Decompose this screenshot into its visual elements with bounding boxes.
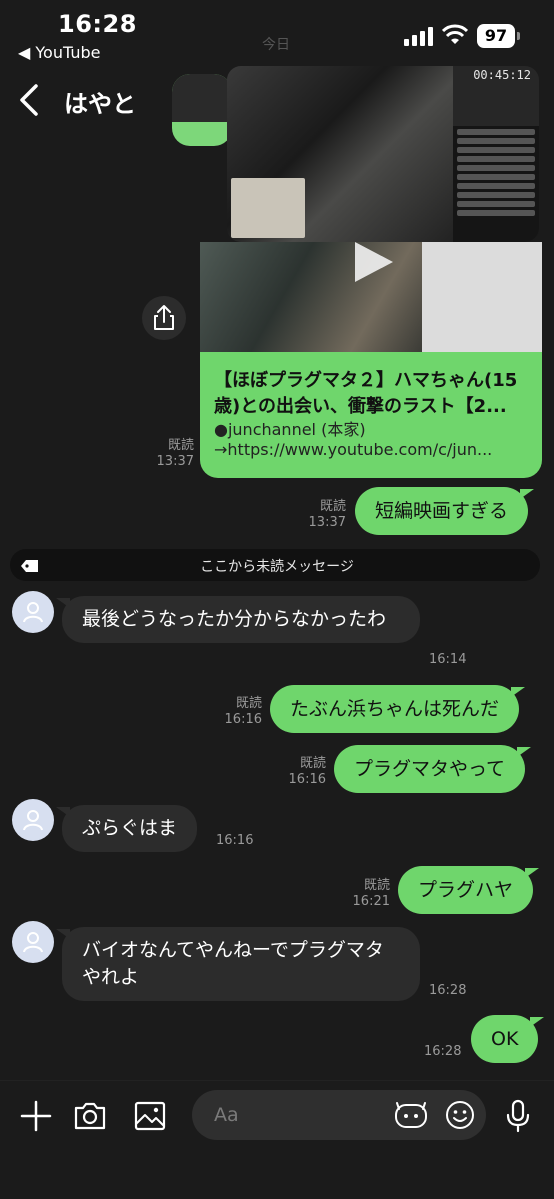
read-receipt: 既読 xyxy=(299,756,326,771)
chat-title: はやと xyxy=(64,90,136,118)
cellular-signal-icon xyxy=(404,26,434,46)
message-time: 13:37 xyxy=(308,515,346,530)
status-bar: 16:28 ◀ YouTube 97 xyxy=(0,0,554,66)
sticker-icon[interactable] xyxy=(389,1093,433,1137)
channel-name: ●junchannel (本家) xyxy=(214,420,366,439)
previous-link-bubble-top xyxy=(172,74,232,122)
user-silhouette-icon xyxy=(23,932,43,953)
unread-divider-label: ここから未読メッセージ xyxy=(200,559,354,575)
wifi-icon xyxy=(442,24,468,44)
share-button[interactable] xyxy=(142,296,186,340)
plus-icon[interactable] xyxy=(14,1094,58,1138)
play-icon[interactable] xyxy=(349,240,397,284)
message-meta: 既読 16:16 xyxy=(282,756,326,788)
video-url: →https://www.youtube.com/c/jun... xyxy=(214,440,493,459)
message-time: 13:37 xyxy=(156,454,194,469)
microphone-icon[interactable] xyxy=(496,1094,540,1138)
read-receipt: 既読 xyxy=(363,878,390,893)
video-title: 【ほぼプラグマタ２】ハマちゃん(15歳)との出会い、衝撃のラスト【2... xyxy=(214,370,518,417)
thumbnail-manga-panel xyxy=(422,242,542,352)
outgoing-message-bubble[interactable]: OK xyxy=(471,1015,545,1063)
message-time: 16:16 xyxy=(224,712,262,727)
battery-indicator: 97 xyxy=(477,24,515,48)
message-time: 16:28 xyxy=(429,983,467,998)
avatar[interactable] xyxy=(12,591,54,633)
message-time: 16:16 xyxy=(216,833,254,848)
back-to-app-link[interactable]: ◀ YouTube xyxy=(18,43,100,62)
user-silhouette-icon xyxy=(23,602,43,623)
message-meta: 既読 13:37 xyxy=(302,499,346,531)
message-meta: 既読 16:21 xyxy=(346,878,390,910)
outgoing-message-bubble[interactable]: 短編映画すぎる xyxy=(355,487,535,535)
message-time: 16:14 xyxy=(429,652,467,667)
outgoing-message-bubble[interactable]: プラグハヤ xyxy=(398,866,540,914)
status-time: 16:28 xyxy=(58,10,137,38)
image-icon[interactable] xyxy=(128,1094,172,1138)
read-receipt: 既読 xyxy=(167,438,194,453)
date-label: 今日 xyxy=(262,37,290,53)
pip-live-chat xyxy=(453,126,539,242)
video-pip-overlay[interactable]: 00:45:12 xyxy=(227,66,539,242)
incoming-message-bubble[interactable]: バイオなんてやんねーでプラグマタやれよ xyxy=(56,927,420,1001)
incoming-message-bubble[interactable]: 最後どうなったか分からなかったわ xyxy=(56,596,420,643)
back-chevron-icon[interactable] xyxy=(14,80,48,120)
read-receipt: 既読 xyxy=(235,696,262,711)
battery-tip xyxy=(517,32,520,40)
incoming-message-bubble[interactable]: ぷらぐはま xyxy=(55,805,198,852)
message-time: 16:16 xyxy=(288,772,326,787)
outgoing-message-bubble[interactable]: プラグマタやって xyxy=(334,745,532,793)
read-receipt: 既読 xyxy=(319,499,346,514)
pip-facecam xyxy=(231,178,305,238)
emoji-icon[interactable] xyxy=(438,1093,482,1137)
message-time: 16:28 xyxy=(424,1044,462,1059)
outgoing-message-bubble[interactable]: たぶん浜ちゃんは死んだ xyxy=(270,685,526,733)
user-silhouette-icon xyxy=(23,810,43,831)
avatar[interactable] xyxy=(12,799,54,841)
avatar[interactable] xyxy=(12,921,54,963)
share-icon xyxy=(154,305,174,330)
message-time: 16:21 xyxy=(352,894,390,909)
message-meta: 既読 16:16 xyxy=(218,696,262,728)
pip-timer: 00:45:12 xyxy=(473,68,531,82)
camera-icon[interactable] xyxy=(68,1094,112,1138)
message-meta: 既読 13:37 xyxy=(150,438,194,470)
message-input-placeholder: Aa xyxy=(214,1104,239,1126)
